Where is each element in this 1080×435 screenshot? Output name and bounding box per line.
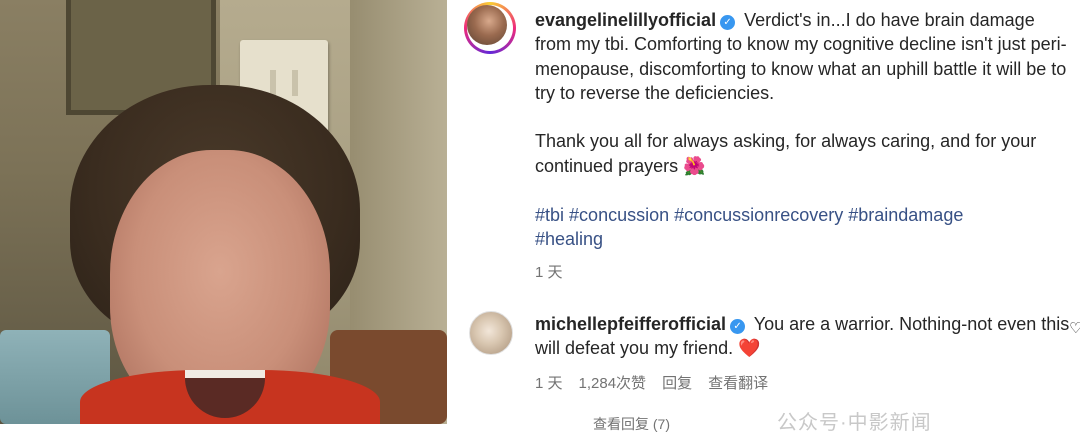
hashtag-link[interactable]: #healing xyxy=(535,229,603,249)
hashtag-link[interactable]: #tbi xyxy=(535,205,564,225)
post-author-avatar[interactable] xyxy=(464,2,516,54)
translate-button[interactable]: 查看翻译 xyxy=(708,372,768,393)
verified-badge-icon: ✓ xyxy=(730,319,746,334)
commenter-username[interactable]: michellepfeifferofficial xyxy=(535,314,726,334)
hashtag-link[interactable]: #concussion xyxy=(569,205,669,225)
hashtag-link[interactable]: #braindamage xyxy=(848,205,963,225)
hashtag-list: #tbi #concussion #concussionrecovery #br… xyxy=(535,203,1075,252)
post-caption: evangelinelillyofficial ✓ Verdict's in...… xyxy=(535,8,1075,178)
hibiscus-emoji: 🌺 xyxy=(683,155,706,176)
comment-meta: 1 天 1,284次赞 回复 查看翻译 xyxy=(535,372,768,393)
heart-outline-icon[interactable]: ♡ xyxy=(1069,321,1080,336)
post-photo xyxy=(0,0,447,424)
verified-badge-icon: ✓ xyxy=(720,15,736,30)
post-timestamp[interactable]: 1 天 xyxy=(535,261,563,282)
reply-button[interactable]: 回复 xyxy=(662,372,692,393)
heart-emoji: ❤️ xyxy=(738,338,761,359)
post-author-username[interactable]: evangelinelillyofficial xyxy=(535,10,716,30)
comment-body: michellepfeifferofficial ✓ You are a warr… xyxy=(535,312,1075,361)
comments-panel: evangelinelillyofficial ✓ Verdict's in...… xyxy=(447,0,1080,434)
view-replies-button[interactable]: 查看回复 (7) xyxy=(593,414,670,434)
comment-likes[interactable]: 1,284次赞 xyxy=(579,372,647,393)
caption-text-2: Thank you all for always asking, for alw… xyxy=(535,131,1037,176)
watermark: 公众号·中影新闻 xyxy=(777,412,932,434)
commenter-avatar[interactable] xyxy=(469,311,513,355)
hashtag-link[interactable]: #concussionrecovery xyxy=(674,205,843,225)
comment-timestamp[interactable]: 1 天 xyxy=(535,372,563,393)
